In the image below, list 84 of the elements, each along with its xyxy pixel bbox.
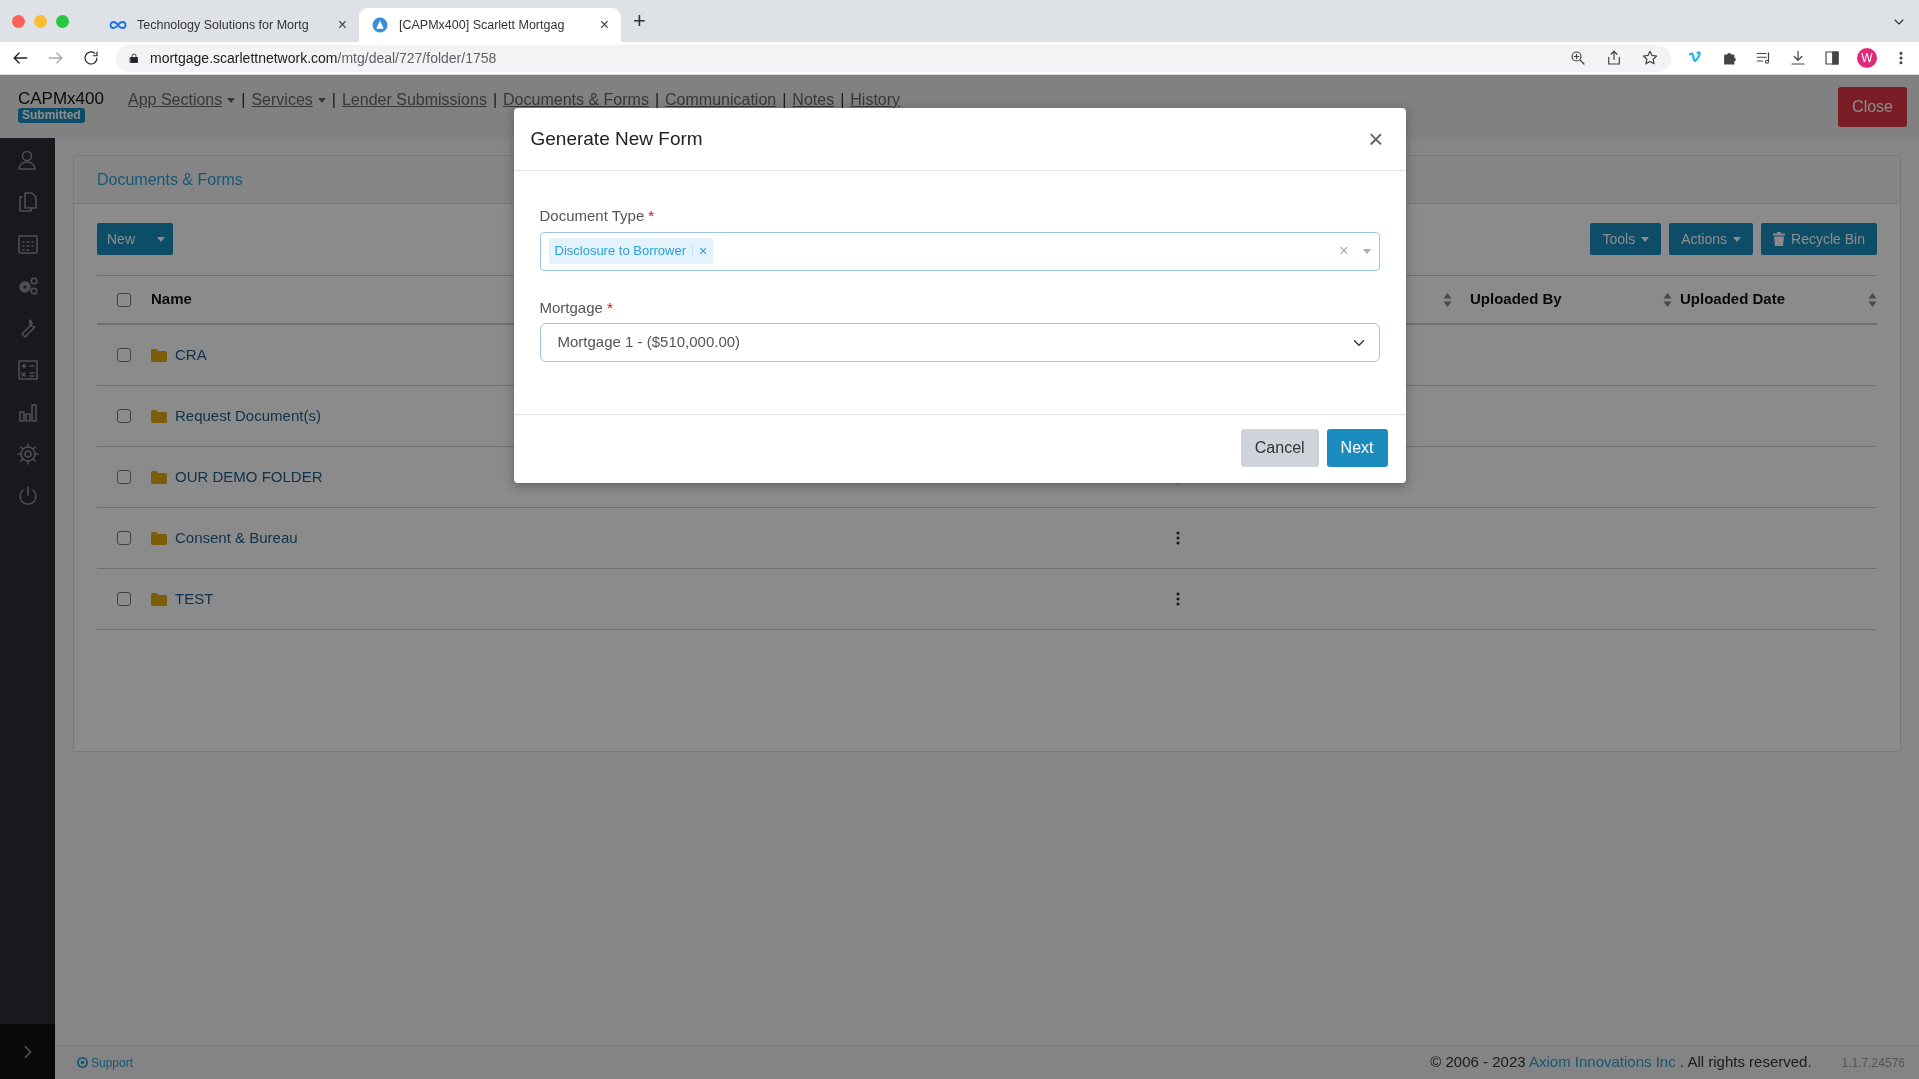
app-title: CAPMx400 [18,89,104,109]
new-tab-button[interactable]: + [633,10,646,32]
lock-icon [128,51,140,65]
close-button[interactable]: Close [1838,86,1907,127]
calculator-icon[interactable] [15,358,40,382]
field-label: Document Type * [539,206,656,226]
select-all-checkbox[interactable] [117,292,131,307]
modal-title: Generate New Form [530,127,703,151]
close-tab-button[interactable]: × [337,17,347,33]
nav-link[interactable]: Notes [792,88,835,112]
nav-separator: | [653,90,661,110]
folder-link[interactable]: TEST [175,587,214,611]
nav-dropdown[interactable]: App Sections [128,88,236,112]
more-icon[interactable] [1176,592,1180,606]
calendar-icon[interactable] [15,232,40,256]
folder-link[interactable]: OUR DEMO FOLDER [175,465,323,489]
sidebar-icon[interactable] [1823,49,1841,67]
row-checkbox[interactable] [117,348,131,362]
company-link[interactable]: Axiom Innovations Inc [1528,1053,1676,1071]
sort-icon[interactable] [1443,291,1452,308]
nav-separator: | [240,90,247,110]
support-link[interactable]: Support [77,1053,134,1072]
tab-title: Technology Solutions for Mortg [137,16,310,34]
new-dropdown-toggle[interactable] [149,223,173,255]
row-checkbox[interactable] [117,531,131,545]
nav-dropdown[interactable]: Services [251,88,326,112]
address-field[interactable]: mortgage.scarlettnetwork.com/mtg/deal/727/folder/1758 [150,47,497,69]
nav-link[interactable]: Communication [665,88,777,112]
close-tab-button[interactable]: × [599,17,609,33]
folder-icon [151,409,167,423]
nav-separator: | [781,90,788,110]
zoom-icon[interactable] [1569,49,1587,67]
field-label: Mortgage * [539,297,614,318]
folder-icon [151,531,167,545]
toolbar-dropdown[interactable]: Tools [1590,223,1662,255]
selected-tag: Disclosure to Borrower × [548,238,714,264]
nav-link[interactable]: Lender Submissions [341,88,487,112]
browser-tab[interactable]: [CAPMx400] Scarlett Mortgag × [359,8,621,42]
column-header: Uploaded Date [1680,289,1785,310]
star-icon[interactable] [1641,49,1659,67]
column-header: Uploaded By [1470,289,1562,310]
nav-separator: | [491,90,499,110]
close-window-button[interactable] [12,14,25,28]
next-button[interactable]: Next [1326,429,1388,467]
mortgage-select[interactable]: Mortgage 1 - ($510,000.00) [539,323,1380,362]
folder-icon [151,348,167,362]
clear-button[interactable]: × [1339,239,1349,263]
row-checkbox[interactable] [117,470,131,484]
sort-icon[interactable] [1663,291,1672,308]
status-badge: Submitted [18,108,85,124]
triangle-logo-icon [371,16,389,34]
folder-icon [151,592,167,606]
settings-icon[interactable] [15,442,40,466]
folder-link[interactable]: CRA [175,343,207,367]
folder-link[interactable]: Consent & Bureau [175,526,298,550]
row-checkbox[interactable] [117,409,131,423]
share-icon[interactable] [1605,49,1623,67]
nav-separator: | [839,90,846,110]
copyright-text: © 2006 - 2023 Axiom Innovations Inc . All rights reserved. [1430,1052,1812,1073]
lifebuoy-icon [77,1057,88,1068]
profile-avatar[interactable]: W [1857,48,1877,68]
sort-icon[interactable] [1868,291,1877,308]
document-type-field[interactable]: Disclosure to Borrower × × [539,231,1380,271]
toolbar-dropdown[interactable]: Actions [1669,223,1754,255]
column-header: Name [151,289,192,310]
folder-link[interactable]: Request Document(s) [175,404,321,428]
nav-separator: | [330,90,337,110]
trash-icon [1773,232,1786,246]
download-icon[interactable] [1789,49,1807,67]
folder-icon [151,470,167,484]
breadcrumb-link[interactable]: Documents & Forms [97,167,243,192]
nav-link[interactable]: Documents & Forms [503,88,649,112]
row-checkbox[interactable] [117,592,131,606]
reload-icon[interactable] [82,49,100,67]
recycle-bin-button[interactable]: Recycle Bin [1761,223,1877,255]
remove-tag-button[interactable]: × [692,244,714,258]
new-button[interactable]: New [97,223,149,255]
browser-tab[interactable]: Technology Solutions for Mortg × [97,8,359,42]
nav-link[interactable]: History [850,88,901,112]
tab-title: [CAPMx400] Scarlett Mortgag [399,16,566,34]
cancel-button[interactable]: Cancel [1240,429,1319,467]
more-icon[interactable] [1176,531,1180,545]
maximize-window-button[interactable] [56,14,69,28]
close-button[interactable]: × [1364,126,1388,152]
